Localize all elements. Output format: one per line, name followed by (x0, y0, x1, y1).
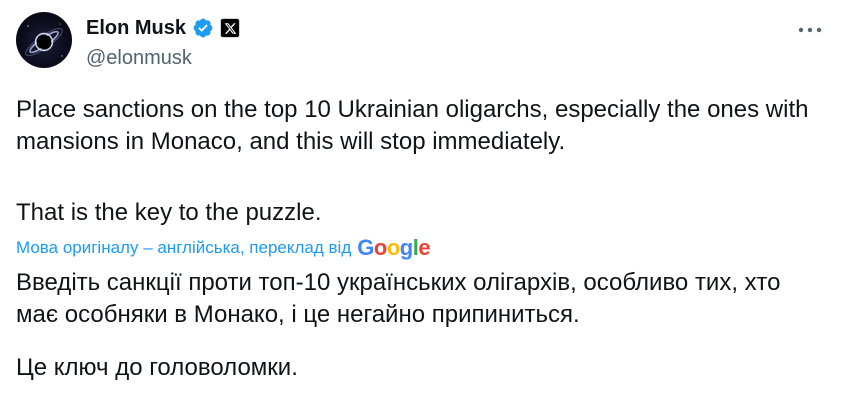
x-logo-icon[interactable] (220, 18, 241, 38)
author-handle[interactable]: @elonmusk (86, 46, 192, 70)
author-name-row: Elon Musk (86, 16, 241, 40)
tweet-text-paragraph: That is the key to the puzzle. (16, 199, 322, 226)
more-options-button[interactable] (793, 18, 827, 42)
google-logo: Google (357, 235, 431, 260)
author-display-name[interactable]: Elon Musk (86, 16, 186, 40)
translation-attribution[interactable]: Мова оригіналу – англійська, переклад ві… (16, 235, 431, 260)
more-horizontal-icon (798, 27, 822, 33)
verified-badge-icon[interactable] (192, 17, 214, 39)
translated-text-paragraph: Введіть санкції проти топ-10 українських… (16, 269, 781, 328)
tweet-text-paragraph: Place sanctions on the top 10 Ukrainian … (16, 96, 809, 155)
translation-label[interactable]: Мова оригіналу – англійська, переклад ві… (16, 236, 351, 260)
avatar[interactable] (16, 12, 72, 68)
translated-text-paragraph: Це ключ до головоломки. (16, 354, 298, 381)
